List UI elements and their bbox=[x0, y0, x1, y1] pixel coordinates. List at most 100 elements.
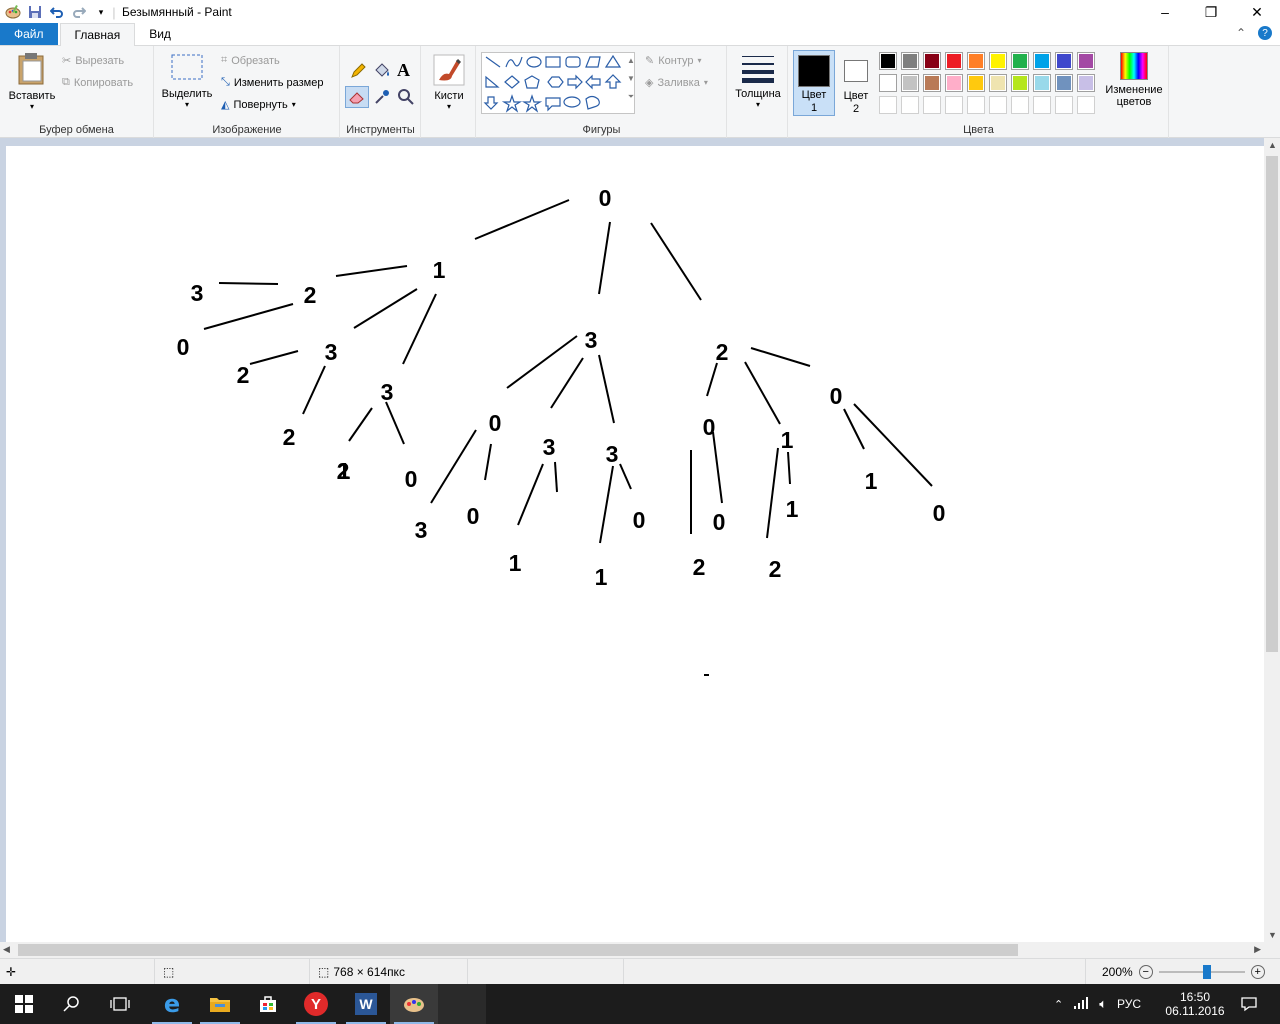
minimize-button[interactable]: – bbox=[1142, 0, 1188, 24]
expand-gallery-icon[interactable]: ⏷ bbox=[625, 88, 637, 106]
resize-button[interactable]: ⤡ Изменить размер bbox=[221, 76, 323, 89]
rotate-button[interactable]: ◭ Повернуть ▾ bbox=[221, 98, 296, 112]
save-icon[interactable] bbox=[24, 1, 46, 23]
paint-app-icon[interactable] bbox=[2, 1, 24, 23]
taskbar-app-word[interactable]: W bbox=[342, 984, 390, 1024]
redo-icon[interactable] bbox=[68, 1, 90, 23]
color-picker-icon[interactable] bbox=[373, 88, 391, 106]
palette-color[interactable] bbox=[923, 52, 941, 70]
select-button[interactable]: Выделить ▾ bbox=[159, 54, 215, 109]
palette-color[interactable] bbox=[1055, 52, 1073, 70]
cut-button[interactable]: ✂ Вырезать bbox=[62, 54, 124, 68]
outline-button[interactable]: ✎ Контур ▾ bbox=[645, 54, 702, 68]
scroll-right-icon[interactable]: ▶ bbox=[1254, 944, 1261, 955]
shapes-gallery[interactable] bbox=[481, 52, 635, 114]
scroll-left-icon[interactable]: ◀ bbox=[3, 944, 10, 955]
clock[interactable]: 16:50 06.11.2016 bbox=[1160, 984, 1230, 1024]
edit-colors-button[interactable]: Изменение цветов bbox=[1099, 52, 1169, 108]
clipboard-group-label: Буфер обмена bbox=[39, 124, 114, 136]
palette-color[interactable] bbox=[989, 74, 1007, 92]
fill-bucket-icon[interactable] bbox=[373, 62, 391, 80]
help-icon[interactable]: ? bbox=[1258, 26, 1272, 40]
scroll-down-icon[interactable]: ▼ bbox=[625, 70, 637, 88]
shapes-scroll[interactable]: ▲ ▼ ⏷ bbox=[625, 52, 637, 114]
collapse-ribbon-icon[interactable]: ⌃ bbox=[1236, 26, 1246, 40]
palette-color[interactable] bbox=[879, 52, 897, 70]
tab-home[interactable]: Главная bbox=[59, 23, 136, 46]
palette-color[interactable] bbox=[1011, 52, 1029, 70]
eraser-icon[interactable] bbox=[345, 86, 369, 108]
vertical-scrollbar[interactable]: ▲ ▼ bbox=[1264, 138, 1280, 942]
palette-color[interactable] bbox=[945, 74, 963, 92]
palette-color[interactable] bbox=[901, 52, 919, 70]
palette-color[interactable] bbox=[1055, 74, 1073, 92]
horizontal-scroll-thumb[interactable] bbox=[18, 944, 1018, 956]
undo-icon[interactable] bbox=[46, 1, 68, 23]
start-button[interactable] bbox=[0, 984, 48, 1024]
customize-toolbar-icon[interactable]: ▾ bbox=[90, 1, 112, 23]
palette-color[interactable] bbox=[879, 74, 897, 92]
search-button[interactable] bbox=[48, 984, 96, 1024]
color1-button[interactable]: Цвет 1 bbox=[793, 50, 835, 116]
show-hidden-icons[interactable]: ⌃ bbox=[1054, 998, 1063, 1011]
zoom-slider-thumb[interactable] bbox=[1202, 965, 1211, 979]
palette-color[interactable] bbox=[967, 96, 985, 114]
palette-color[interactable] bbox=[923, 96, 941, 114]
cursor-position: ✛ bbox=[0, 959, 155, 985]
scroll-down-icon[interactable]: ▼ bbox=[1268, 930, 1277, 940]
scroll-up-icon[interactable]: ▲ bbox=[625, 52, 637, 70]
fill-button[interactable]: ◈ Заливка ▾ bbox=[645, 76, 708, 90]
magnifier-icon[interactable] bbox=[397, 88, 415, 106]
drawing-canvas[interactable]: 0123320023320103301301102021210 bbox=[6, 146, 1264, 942]
palette-color[interactable] bbox=[989, 52, 1007, 70]
palette-color[interactable] bbox=[1011, 74, 1029, 92]
taskbar-app-store[interactable] bbox=[244, 984, 292, 1024]
color2-button[interactable]: Цвет 2 bbox=[837, 50, 875, 116]
taskbar-app-edge[interactable]: e bbox=[148, 984, 196, 1024]
crop-button[interactable]: ⌗ Обрезать bbox=[221, 54, 280, 67]
size-button[interactable]: Толщина ▾ bbox=[732, 54, 784, 109]
network-icon[interactable] bbox=[1073, 996, 1089, 1013]
brushes-button[interactable]: Кисти ▾ bbox=[426, 54, 472, 111]
task-view-button[interactable] bbox=[96, 984, 144, 1024]
palette-color[interactable] bbox=[1077, 96, 1095, 114]
language-indicator[interactable]: РУС bbox=[1117, 997, 1141, 1011]
palette-color[interactable] bbox=[1033, 74, 1051, 92]
tree-node-label: 3 bbox=[381, 379, 394, 405]
palette-color[interactable] bbox=[1011, 96, 1029, 114]
palette-color[interactable] bbox=[1055, 96, 1073, 114]
palette-color[interactable] bbox=[1033, 96, 1051, 114]
pencil-icon[interactable] bbox=[349, 62, 367, 80]
edge bbox=[750, 347, 811, 367]
tab-file[interactable]: Файл bbox=[0, 23, 58, 45]
palette-color[interactable] bbox=[967, 74, 985, 92]
action-center-button[interactable] bbox=[1234, 984, 1264, 1024]
tab-view[interactable]: Вид bbox=[135, 23, 185, 45]
copy-button[interactable]: ⧉ Копировать bbox=[62, 76, 133, 89]
palette-color[interactable] bbox=[879, 96, 897, 114]
zoom-out-icon[interactable]: − bbox=[1138, 965, 1153, 979]
palette-color[interactable] bbox=[901, 74, 919, 92]
volume-icon[interactable]: 🔈︎ bbox=[1099, 996, 1107, 1012]
zoom-slider[interactable] bbox=[1158, 965, 1245, 979]
palette-color[interactable] bbox=[901, 96, 919, 114]
taskbar-app-paint[interactable] bbox=[390, 984, 438, 1024]
vertical-scroll-thumb[interactable] bbox=[1266, 156, 1278, 652]
paste-button[interactable]: Вставить ▾ bbox=[6, 52, 58, 111]
palette-color[interactable] bbox=[1033, 52, 1051, 70]
palette-color[interactable] bbox=[945, 96, 963, 114]
horizontal-scrollbar[interactable]: ◀ ▶ bbox=[0, 942, 1264, 958]
palette-color[interactable] bbox=[1077, 52, 1095, 70]
palette-color[interactable] bbox=[945, 52, 963, 70]
maximize-button[interactable]: ❐ bbox=[1188, 0, 1234, 24]
close-button[interactable]: ✕ bbox=[1234, 0, 1280, 24]
palette-color[interactable] bbox=[923, 74, 941, 92]
taskbar-app-yandex[interactable]: Y bbox=[292, 984, 340, 1024]
scroll-up-icon[interactable]: ▲ bbox=[1268, 140, 1277, 150]
palette-color[interactable] bbox=[989, 96, 1007, 114]
taskbar-app-explorer[interactable] bbox=[196, 984, 244, 1024]
zoom-in-icon[interactable]: + bbox=[1250, 965, 1265, 979]
text-icon[interactable]: A bbox=[397, 60, 410, 81]
palette-color[interactable] bbox=[1077, 74, 1095, 92]
palette-color[interactable] bbox=[967, 52, 985, 70]
